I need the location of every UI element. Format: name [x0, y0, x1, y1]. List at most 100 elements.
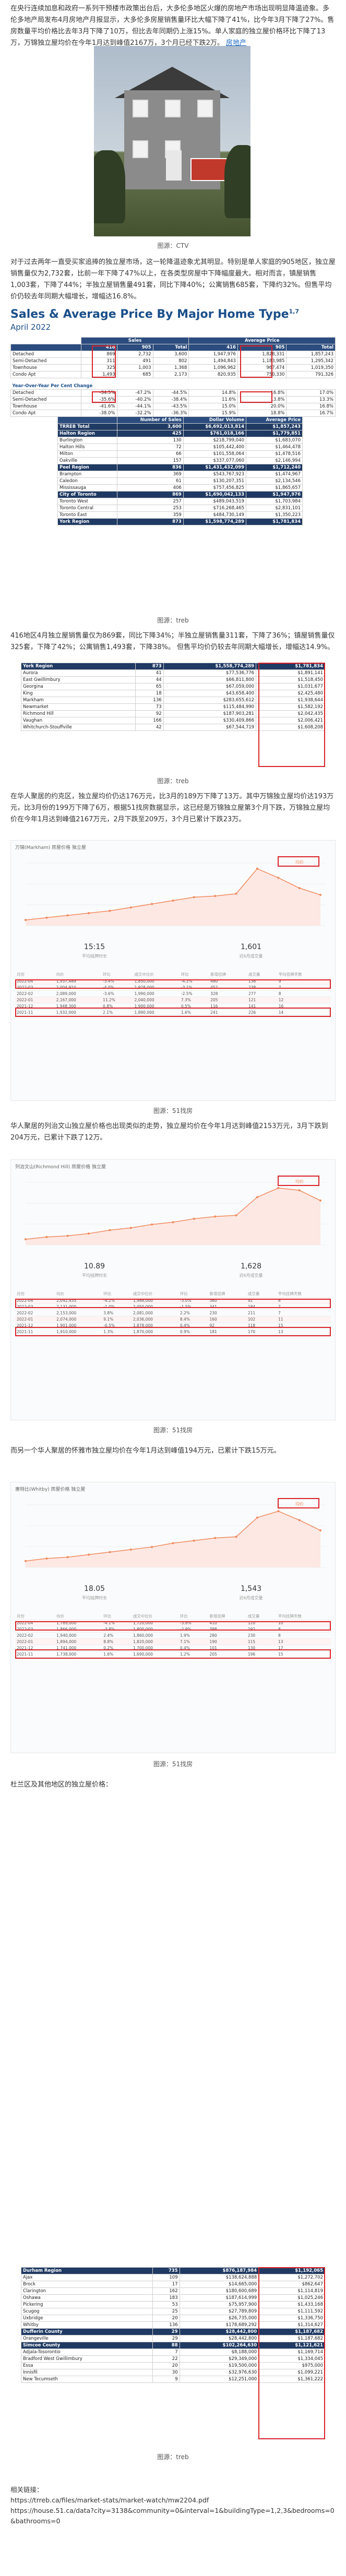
column-header: 均价: [55, 1290, 102, 1298]
table-cell: 791,326: [286, 371, 336, 378]
corner-cell: [10, 344, 81, 351]
table-cell: -38.0%: [80, 410, 117, 417]
sales-count: 72: [117, 444, 184, 451]
region-name: Simcoe County: [21, 2342, 153, 2349]
region-name: New Tecumseth: [21, 2376, 153, 2383]
table-cell: 280: [208, 1632, 246, 1639]
dollar-volume: $761,018,166: [183, 430, 246, 437]
region-name: Whitchurch-Stouffville: [21, 724, 136, 731]
table-row: 2022-01 1,894,000 8.8% 1,820,000 7.1% 190 115 1…: [15, 1638, 331, 1645]
reference-link-2[interactable]: https://house.51.ca/data?city=3138&commu…: [10, 2506, 336, 2526]
dollar-volume: $543,767,923: [183, 471, 246, 478]
sales-count: 369: [117, 471, 184, 478]
data-point: [193, 1217, 195, 1220]
stat-label-1: 平均挂牌时长: [82, 1596, 107, 1600]
region-name: Halton Hills: [57, 444, 118, 451]
table-cell: 2022-02: [15, 990, 55, 997]
dollar-volume: $187,903,281: [163, 710, 257, 717]
highlight-row-latest: [15, 1621, 331, 1631]
table-row: Caledon 61 $130,207,351 $2,134,546: [57, 477, 303, 485]
region-name: Burlington: [57, 437, 118, 444]
column-header: Total: [152, 344, 189, 351]
table-row: Peel Region 836 $1,431,432,099 $1,712,240: [57, 464, 303, 471]
table-cell: -47.2%: [116, 389, 153, 397]
house-photo: [94, 46, 250, 236]
sales-count: 41: [135, 669, 164, 677]
column-header: 平均挂牌天数: [277, 971, 331, 978]
highlight-york-avg: [258, 663, 325, 767]
richmond-hill-price-screenshot: 列治文山(Richmond Hill) 房屋价格 独立屋 均价 10.89 平均挂牌时…: [10, 1159, 336, 1420]
table-cell: 1,019,350: [286, 364, 336, 372]
column-header: 均价: [54, 971, 102, 978]
column-header: 成交量: [246, 1290, 277, 1298]
average-price: $1,779,851: [245, 430, 303, 437]
shot-tabs: 列治文山(Richmond Hill) 房屋价格 独立屋: [15, 1165, 106, 1170]
dollar-volume: $67,544,719: [163, 724, 257, 731]
table-row: 2022-01 2,167,000 11.2% 2,040,000 7.3% 205 121…: [15, 997, 331, 1003]
treb-title: Sales & Average Price By Major Home Type…: [10, 308, 300, 321]
dollar-volume: $1,558,774,289: [163, 663, 257, 670]
reference-link-1[interactable]: https://trreb.ca/files/market-stats/mark…: [10, 2495, 336, 2506]
dollar-volume: $484,730,149: [183, 511, 246, 519]
highlight-legend: [278, 1498, 319, 1508]
group-avg-price: Average Price: [188, 337, 336, 344]
table-cell: -44.1%: [116, 403, 153, 410]
dollar-volume: $218,799,040: [183, 437, 246, 444]
series-area: [26, 1188, 320, 1245]
price-trend-chart: [25, 1182, 326, 1245]
sales-count: 65: [135, 683, 164, 690]
table-cell: 18.8%: [237, 410, 287, 417]
table-cell: 277: [246, 990, 277, 997]
dollar-volume: $66,811,800: [163, 676, 257, 684]
group-sales: Sales: [80, 337, 189, 344]
data-point: [256, 1516, 258, 1519]
table-cell: -40.2%: [116, 396, 153, 403]
table-row: Semi-Detached 311 491 802 1,494,843 1,183,985…: [10, 357, 336, 365]
sales-count: 18: [135, 690, 164, 697]
window: [197, 100, 213, 117]
data-point: [256, 1196, 258, 1199]
data-point: [66, 914, 69, 917]
region-name: Orangeville: [21, 2335, 153, 2342]
table-cell: 802: [152, 357, 189, 365]
column-header: 成交量: [246, 971, 277, 978]
stat-value-1: 18.05: [83, 1585, 105, 1593]
dollar-volume: $26,735,000: [179, 2315, 259, 2322]
stat-value-2: 1,543: [240, 1585, 262, 1593]
table-header-row: 月份 均价 环比 成交中位价 环比 新增挂牌 成交量 平均挂牌天数: [15, 1613, 331, 1620]
highlight-row-latest: [15, 979, 331, 989]
table-cell: 13: [276, 1638, 331, 1645]
table-row: Townhouse -41.6% -44.1% -43.5% 15.0% 20.0% 16.…: [10, 403, 336, 410]
sales-count: 166: [135, 717, 164, 724]
table-cell: 820,935: [188, 371, 238, 378]
table-cell: 1,368: [152, 364, 189, 372]
table-cell: 2022-01: [15, 1638, 55, 1645]
row-label: Detached: [10, 351, 81, 358]
window: [133, 100, 148, 117]
region-name: Milton: [57, 450, 118, 458]
column-header: 环比: [102, 1613, 132, 1620]
data-point: [235, 1214, 237, 1217]
column-header: 416: [188, 344, 238, 351]
table-cell: 2,036,000: [131, 1316, 178, 1323]
data-point: [172, 1542, 174, 1544]
sales-count: 20: [152, 2362, 180, 2369]
region-name: Whitby: [21, 2321, 153, 2329]
table-cell: 7: [276, 1310, 331, 1316]
data-point: [25, 919, 27, 921]
sales-count: 25: [152, 2308, 180, 2315]
data-point: [88, 1553, 90, 1556]
yoy-title: Year-Over-Year Per Cent Change: [12, 384, 93, 389]
table-header-row: 月份 均价 环比 成交中位价 环比 新增挂牌 成交量 平均挂牌天数: [15, 1290, 331, 1298]
table-cell: 328: [209, 990, 247, 997]
stat-label-1: 平均挂牌时长: [82, 1273, 107, 1278]
stat-value-1: 15:15: [83, 943, 105, 951]
row-label: Townhouse: [10, 403, 81, 410]
article-page: 在央行连续加息和政府一系列干预楼市政策出台后，大多伦多地区火爆的房地产市场出现明…: [0, 0, 346, 2576]
data-point: [319, 894, 321, 896]
table-cell: 2,081,000: [131, 1310, 178, 1316]
table-cell: 1,003: [116, 364, 153, 372]
data-point: [88, 912, 90, 914]
sales-count: 873: [135, 663, 164, 670]
highlight-row-peak: [15, 1649, 331, 1659]
